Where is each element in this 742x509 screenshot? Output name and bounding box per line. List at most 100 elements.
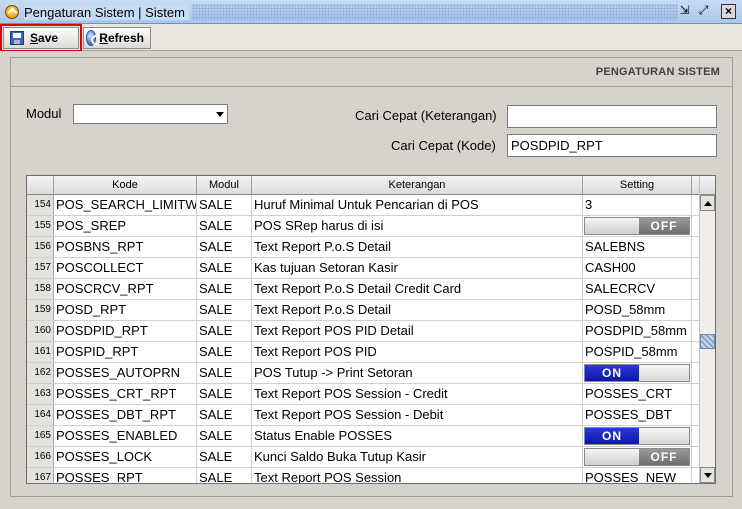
header-setting[interactable]: Setting <box>583 176 692 194</box>
row-number[interactable]: 154 <box>27 195 54 215</box>
cell-setting[interactable]: POSSES_DBT <box>583 405 692 425</box>
cell-kode[interactable]: POSSES_DBT_RPT <box>54 405 197 425</box>
header-kode[interactable]: Kode <box>54 176 197 194</box>
modul-select[interactable] <box>73 104 228 124</box>
cell-kode[interactable]: POSSES_LOCK <box>54 447 197 467</box>
setting-toggle[interactable]: ON <box>584 427 690 445</box>
close-icon[interactable]: × <box>721 4 736 19</box>
header-rownum[interactable] <box>27 176 54 194</box>
cell-keterangan[interactable]: Status Enable POSSES <box>252 426 583 446</box>
cell-keterangan[interactable]: Text Report POS Session - Debit <box>252 405 583 425</box>
save-button[interactable]: Save <box>0 24 82 52</box>
setting-toggle[interactable]: OFF <box>584 448 690 466</box>
cell-kode[interactable]: POS_SREP <box>54 216 197 236</box>
cell-keterangan[interactable]: Text Report POS PID Detail <box>252 321 583 341</box>
row-number[interactable]: 157 <box>27 258 54 278</box>
cell-setting[interactable]: OFF <box>583 216 692 236</box>
row-number[interactable]: 155 <box>27 216 54 236</box>
settings-grid[interactable]: Kode Modul Keterangan Setting 154 POS_SEA… <box>26 175 716 484</box>
cell-modul[interactable]: SALE <box>197 342 252 362</box>
cell-keterangan[interactable]: Text Report P.o.S Detail <box>252 237 583 257</box>
cell-modul[interactable]: SALE <box>197 195 252 215</box>
cell-setting[interactable]: ON <box>583 426 692 446</box>
cell-keterangan[interactable]: POS Tutup -> Print Setoran <box>252 363 583 383</box>
cell-kode[interactable]: POSSES_ENABLED <box>54 426 197 446</box>
cell-setting[interactable]: CASH00 <box>583 258 692 278</box>
cell-kode[interactable]: POSPID_RPT <box>54 342 197 362</box>
cell-setting[interactable]: ON <box>583 363 692 383</box>
cell-modul[interactable]: SALE <box>197 405 252 425</box>
cell-keterangan[interactable]: Text Report POS Session <box>252 468 583 483</box>
cell-modul[interactable]: SALE <box>197 279 252 299</box>
table-row[interactable]: 156 POSBNS_RPT SALE Text Report P.o.S Detai… <box>27 237 700 258</box>
cell-setting[interactable]: 3 <box>583 195 692 215</box>
cell-setting[interactable]: POSPID_58mm <box>583 342 692 362</box>
cell-kode[interactable]: POSSES_CRT_RPT <box>54 384 197 404</box>
cell-modul[interactable]: SALE <box>197 321 252 341</box>
table-row[interactable]: 155 POS_SREP SALE POS SRep harus di isi OFF <box>27 216 700 237</box>
cell-modul[interactable]: SALE <box>197 216 252 236</box>
cell-setting[interactable]: POSDPID_58mm <box>583 321 692 341</box>
table-row[interactable]: 157 POSCOLLECT SALE Kas tujuan Setoran Kasi… <box>27 258 700 279</box>
cell-keterangan[interactable]: Huruf Minimal Untuk Pencarian di POS <box>252 195 583 215</box>
table-row[interactable]: 160 POSDPID_RPT SALE Text Report POS PID De… <box>27 321 700 342</box>
cell-kode[interactable]: POSCOLLECT <box>54 258 197 278</box>
table-row[interactable]: 162 POSSES_AUTOPRN SALE POS Tutup -> Print … <box>27 363 700 384</box>
row-number[interactable]: 162 <box>27 363 54 383</box>
row-number[interactable]: 160 <box>27 321 54 341</box>
cell-kode[interactable]: POSBNS_RPT <box>54 237 197 257</box>
cell-kode[interactable]: POS_SEARCH_LIMITW <box>54 195 197 215</box>
row-number[interactable]: 165 <box>27 426 54 446</box>
header-modul[interactable]: Modul <box>197 176 252 194</box>
cell-keterangan[interactable]: POS SRep harus di isi <box>252 216 583 236</box>
cell-keterangan[interactable]: Text Report P.o.S Detail Credit Card <box>252 279 583 299</box>
cell-modul[interactable]: SALE <box>197 384 252 404</box>
cell-kode[interactable]: POSDPID_RPT <box>54 321 197 341</box>
cell-setting[interactable]: POSD_58mm <box>583 300 692 320</box>
cell-setting[interactable]: SALECRCV <box>583 279 692 299</box>
table-row[interactable]: 159 POSD_RPT SALE Text Report P.o.S Detail P… <box>27 300 700 321</box>
row-number[interactable]: 161 <box>27 342 54 362</box>
table-row[interactable]: 163 POSSES_CRT_RPT SALE Text Report POS Ses… <box>27 384 700 405</box>
row-number[interactable]: 166 <box>27 447 54 467</box>
row-number[interactable]: 158 <box>27 279 54 299</box>
cell-keterangan[interactable]: Text Report POS PID <box>252 342 583 362</box>
vertical-scrollbar[interactable] <box>699 176 715 483</box>
cell-modul[interactable]: SALE <box>197 468 252 483</box>
scroll-thumb[interactable] <box>700 334 715 349</box>
table-row[interactable]: 158 POSCRCV_RPT SALE Text Report P.o.S Deta… <box>27 279 700 300</box>
cell-setting[interactable]: OFF <box>583 447 692 467</box>
cell-modul[interactable]: SALE <box>197 447 252 467</box>
cell-keterangan[interactable]: Kunci Saldo Buka Tutup Kasir <box>252 447 583 467</box>
scroll-up-arrow-icon[interactable] <box>700 195 715 211</box>
cell-keterangan[interactable]: Text Report POS Session - Credit <box>252 384 583 404</box>
cari-kode-input[interactable]: POSDPID_RPT <box>507 134 717 157</box>
cell-modul[interactable]: SALE <box>197 426 252 446</box>
cell-kode[interactable]: POSD_RPT <box>54 300 197 320</box>
scroll-down-arrow-icon[interactable] <box>700 467 715 483</box>
row-number[interactable]: 159 <box>27 300 54 320</box>
row-number[interactable]: 167 <box>27 468 54 483</box>
table-row[interactable]: 164 POSSES_DBT_RPT SALE Text Report POS Ses… <box>27 405 700 426</box>
table-row[interactable]: 166 POSSES_LOCK SALE Kunci Saldo Buka Tutup… <box>27 447 700 468</box>
header-keterangan[interactable]: Keterangan <box>252 176 583 194</box>
cari-keterangan-input[interactable] <box>507 105 717 128</box>
table-row[interactable]: 165 POSSES_ENABLED SALE Status Enable POSSE… <box>27 426 700 447</box>
table-row[interactable]: 161 POSPID_RPT SALE Text Report POS PID POSP… <box>27 342 700 363</box>
cell-setting[interactable]: POSSES_CRT <box>583 384 692 404</box>
setting-toggle[interactable]: ON <box>584 364 690 382</box>
cell-modul[interactable]: SALE <box>197 258 252 278</box>
table-row[interactable]: 167 POSSES_RPT SALE Text Report POS Session… <box>27 468 700 483</box>
table-row[interactable]: 154 POS_SEARCH_LIMITW SALE Huruf Minimal Un… <box>27 195 700 216</box>
cell-keterangan[interactable]: Text Report P.o.S Detail <box>252 300 583 320</box>
maximize-icon[interactable]: ⤢ <box>696 4 711 19</box>
cell-modul[interactable]: SALE <box>197 300 252 320</box>
undock-icon[interactable]: ⇲ <box>677 4 692 19</box>
refresh-button[interactable]: Refresh <box>83 27 151 49</box>
cell-setting[interactable]: POSSES_NEW <box>583 468 692 483</box>
chevron-down-icon[interactable] <box>216 112 224 117</box>
cell-kode[interactable]: POSCRCV_RPT <box>54 279 197 299</box>
cell-setting[interactable]: SALEBNS <box>583 237 692 257</box>
cell-kode[interactable]: POSSES_RPT <box>54 468 197 483</box>
cell-keterangan[interactable]: Kas tujuan Setoran Kasir <box>252 258 583 278</box>
